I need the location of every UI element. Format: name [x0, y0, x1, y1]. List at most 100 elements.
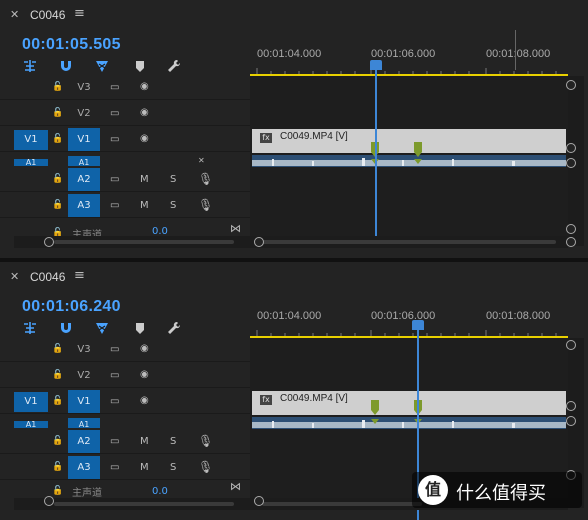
scroll-handle[interactable]	[566, 158, 576, 168]
lock-icon[interactable]: 🔓	[52, 462, 63, 472]
mute-toggle[interactable]: M	[140, 436, 149, 447]
solo-toggle[interactable]: S	[170, 200, 176, 211]
playhead-handle[interactable]	[412, 320, 424, 330]
audio-keyframe[interactable]	[371, 419, 379, 424]
scroll-thumb[interactable]	[262, 502, 422, 506]
menu-icon[interactable]: ≡	[74, 6, 85, 21]
lock-icon[interactable]: 🔓	[52, 134, 63, 144]
track-name[interactable]: V3	[68, 338, 100, 362]
film-icon[interactable]: ▭	[110, 82, 119, 93]
track-name[interactable]: V3	[68, 76, 100, 100]
mic-icon[interactable]: 🎙	[198, 198, 213, 212]
scroll-handle[interactable]	[44, 237, 54, 247]
close-icon[interactable]: ✕	[10, 270, 19, 283]
mute-toggle[interactable]: M	[140, 200, 149, 211]
track-name[interactable]: A1	[68, 156, 100, 166]
mic-icon[interactable]: 🎙	[198, 172, 213, 186]
film-icon[interactable]: ▭	[110, 370, 119, 381]
scroll-thumb[interactable]	[262, 240, 556, 244]
eye-icon[interactable]: ◉	[140, 369, 149, 380]
film-icon[interactable]: ▭	[110, 108, 119, 119]
magnet-icon[interactable]	[58, 58, 74, 74]
playhead-line[interactable]	[375, 70, 377, 236]
scroll-handle[interactable]	[44, 496, 54, 506]
playhead-timecode[interactable]: 00:01:05.505	[22, 36, 121, 54]
audio-keyframe[interactable]	[414, 159, 422, 164]
scroll-thumb[interactable]	[54, 502, 234, 506]
playhead-handle[interactable]	[370, 60, 382, 70]
track-name[interactable]: A2	[68, 168, 100, 192]
scroll-handle[interactable]	[566, 224, 576, 234]
ripple-icon[interactable]	[22, 320, 38, 336]
collapse-icon[interactable]: ✕	[198, 156, 205, 165]
film-icon[interactable]: ▭	[110, 134, 119, 145]
solo-toggle[interactable]: S	[170, 436, 176, 447]
close-icon[interactable]: ✕	[10, 8, 19, 21]
film-icon[interactable]: ▭	[110, 344, 119, 355]
scroll-handle[interactable]	[566, 237, 576, 247]
mute-toggle[interactable]: M	[140, 462, 149, 473]
eye-icon[interactable]: ◉	[140, 395, 149, 406]
track-name[interactable]: A1	[68, 418, 100, 428]
track-name[interactable]: V1	[68, 390, 100, 414]
lock-icon[interactable]: 🔓	[52, 108, 63, 118]
wrench-icon[interactable]	[166, 320, 182, 336]
sequence-tab[interactable]: C0046	[30, 8, 65, 22]
lock-icon[interactable]: 🔓	[52, 174, 63, 184]
eye-icon[interactable]: ◉	[140, 133, 149, 144]
scroll-handle[interactable]	[566, 401, 576, 411]
film-icon[interactable]: ▭	[110, 462, 119, 473]
source-patch-a1[interactable]: A1	[14, 421, 48, 428]
scroll-handle[interactable]	[566, 340, 576, 350]
master-volume-value[interactable]: 0.0	[152, 486, 168, 497]
lock-icon[interactable]: 🔓	[52, 200, 63, 210]
lock-icon[interactable]: 🔓	[52, 486, 63, 496]
linked-icon[interactable]	[94, 58, 110, 74]
lock-icon[interactable]: 🔓	[52, 436, 63, 446]
keyframe-marker[interactable]	[371, 400, 379, 410]
source-patch-v1[interactable]: V1	[14, 392, 48, 412]
track-name[interactable]: V1	[68, 128, 100, 152]
track-name[interactable]: A3	[68, 194, 100, 218]
eye-icon[interactable]: ◉	[140, 81, 149, 92]
track-name[interactable]: V2	[68, 102, 100, 126]
lock-icon[interactable]: 🔓	[52, 82, 63, 92]
keyframe-marker[interactable]	[414, 142, 422, 152]
bowtie-icon[interactable]: ⋈	[230, 222, 241, 235]
film-icon[interactable]: ▭	[110, 436, 119, 447]
track-name[interactable]: V2	[68, 364, 100, 388]
linked-icon[interactable]	[94, 320, 110, 336]
menu-icon[interactable]: ≡	[74, 268, 85, 283]
track-name[interactable]: A2	[68, 430, 100, 454]
marker-icon[interactable]	[132, 320, 148, 336]
film-icon[interactable]: ▭	[110, 200, 119, 211]
lock-icon[interactable]: 🔓	[52, 370, 63, 380]
track-name[interactable]: A3	[68, 456, 100, 480]
lock-icon[interactable]: 🔓	[52, 344, 63, 354]
scroll-handle[interactable]	[254, 496, 264, 506]
mic-icon[interactable]: 🎙	[198, 460, 213, 474]
lock-icon[interactable]: 🔓	[52, 396, 63, 406]
bowtie-icon[interactable]: ⋈	[230, 480, 241, 493]
mic-icon[interactable]: 🎙	[198, 434, 213, 448]
eye-icon[interactable]: ◉	[140, 343, 149, 354]
scroll-handle[interactable]	[566, 143, 576, 153]
ripple-icon[interactable]	[22, 58, 38, 74]
scroll-handle[interactable]	[254, 237, 264, 247]
mute-toggle[interactable]: M	[140, 174, 149, 185]
timeline-horizontal-scrollbar[interactable]	[250, 236, 568, 248]
film-icon[interactable]: ▭	[110, 174, 119, 185]
playhead-timecode[interactable]: 00:01:06.240	[22, 298, 121, 316]
marker-icon[interactable]	[132, 58, 148, 74]
eye-icon[interactable]: ◉	[140, 107, 149, 118]
source-patch-a1[interactable]: A1	[14, 159, 48, 166]
scroll-thumb[interactable]	[54, 240, 234, 244]
scroll-handle[interactable]	[566, 80, 576, 90]
source-patch-v1[interactable]: V1	[14, 130, 48, 150]
scroll-handle[interactable]	[566, 416, 576, 426]
solo-toggle[interactable]: S	[170, 174, 176, 185]
film-icon[interactable]: ▭	[110, 396, 119, 407]
magnet-icon[interactable]	[58, 320, 74, 336]
solo-toggle[interactable]: S	[170, 462, 176, 473]
sequence-tab[interactable]: C0046	[30, 270, 65, 284]
